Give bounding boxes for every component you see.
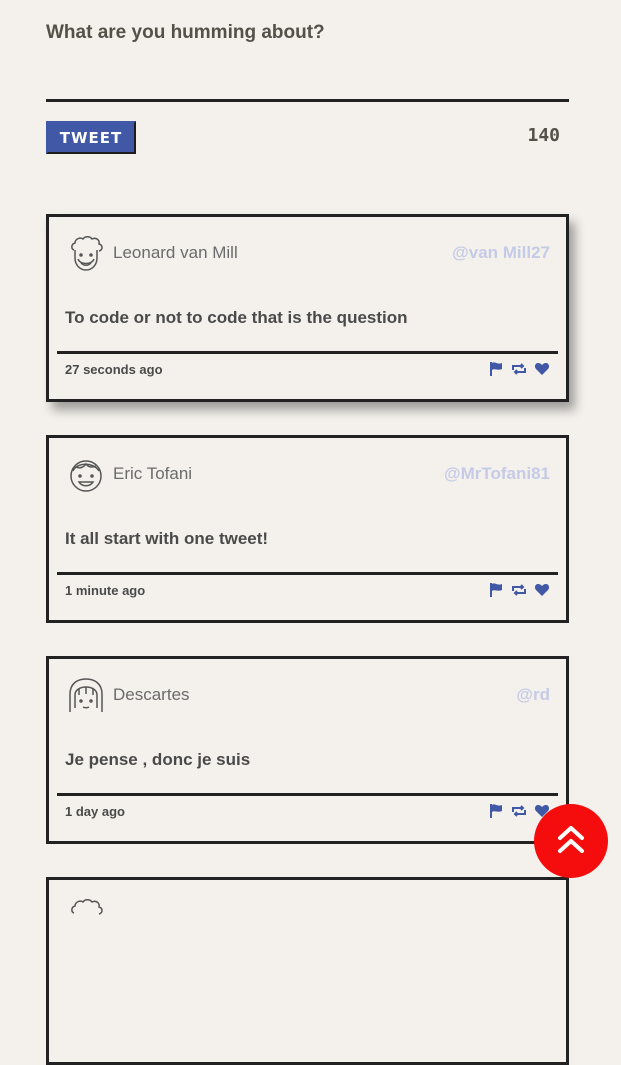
heart-icon[interactable] — [534, 361, 550, 377]
tweet-content: Je pense , donc je suis — [65, 750, 251, 769]
compose-underline — [46, 99, 569, 102]
boy-avatar-icon — [66, 455, 106, 495]
character-counter: 140 — [527, 125, 560, 146]
heart-icon[interactable] — [534, 582, 550, 598]
retweet-icon[interactable] — [511, 361, 527, 377]
double-chevron-up-icon — [555, 824, 587, 856]
curly-hair-avatar-icon — [66, 897, 106, 937]
tweet-divider — [57, 572, 558, 575]
flag-icon[interactable] — [488, 803, 504, 819]
flag-icon[interactable] — [488, 582, 504, 598]
author-name: Leonard van Mill — [113, 243, 238, 262]
tweet-timestamp: 1 minute ago — [65, 583, 146, 598]
tweet-timestamp: 27 seconds ago — [65, 362, 163, 377]
author-handle[interactable]: @MrTofani81 — [444, 464, 550, 484]
scroll-to-top-button[interactable] — [534, 804, 608, 878]
tweet-card: Eric Tofani @MrTofani81 It all start wit… — [46, 435, 569, 623]
tweet-timestamp: 1 day ago — [65, 804, 125, 819]
tweet-content: To code or not to code that is the quest… — [65, 308, 408, 327]
retweet-icon[interactable] — [511, 582, 527, 598]
tweet-actions — [488, 803, 550, 819]
tweet-card: Leonard van Mill @van Mill27 To code or … — [46, 214, 569, 402]
tweet-divider — [57, 793, 558, 796]
tweet-actions — [488, 582, 550, 598]
tweet-content: It all start with one tweet! — [65, 529, 269, 548]
flag-icon[interactable] — [488, 361, 504, 377]
tweet-actions — [488, 361, 550, 377]
compose-label[interactable]: What are you humming about? — [46, 22, 325, 44]
tweet-button[interactable]: TWEET — [46, 121, 136, 154]
girl-avatar-icon — [66, 676, 106, 716]
author-name: Eric Tofani — [113, 464, 193, 483]
author-handle[interactable]: @rd — [516, 685, 550, 705]
author-name: Descartes — [113, 685, 190, 704]
retweet-icon[interactable] — [511, 803, 527, 819]
curly-hair-avatar-icon — [66, 234, 106, 274]
tweet-divider — [57, 351, 558, 354]
tweet-card — [46, 877, 569, 1065]
tweet-card: Descartes @rd Je pense , donc je suis 1 … — [46, 656, 569, 844]
author-handle[interactable]: @van Mill27 — [452, 243, 550, 263]
